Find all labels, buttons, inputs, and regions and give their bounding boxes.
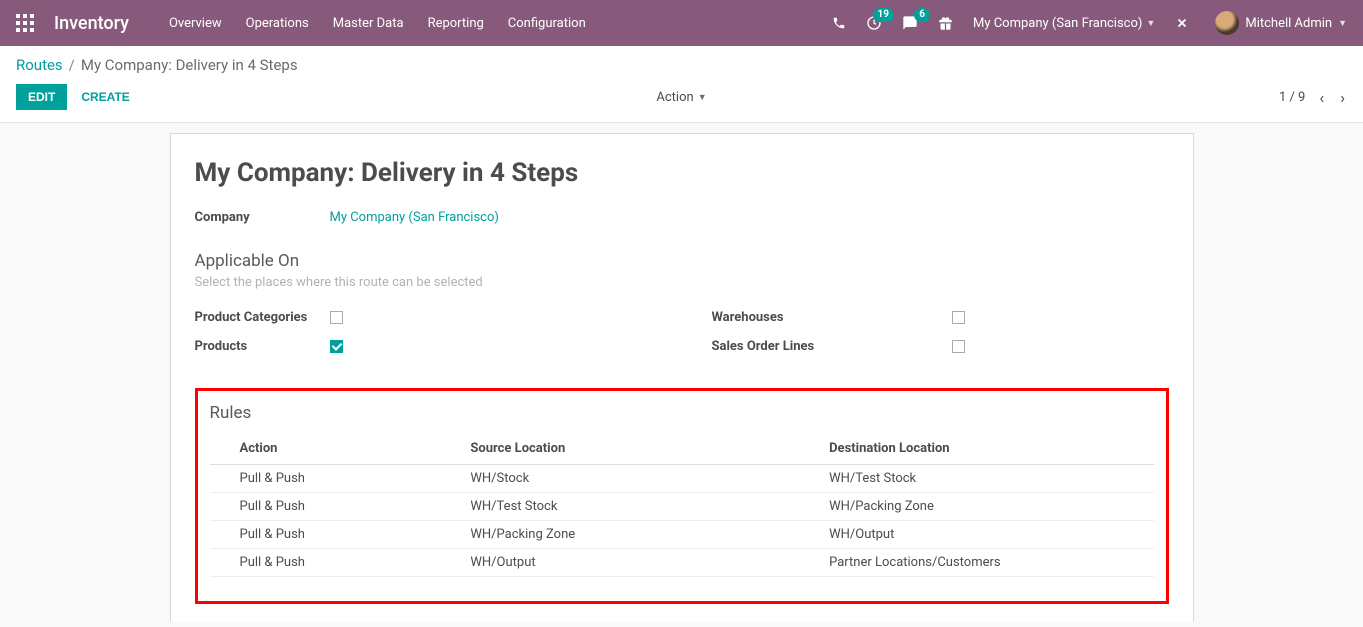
user-label: Mitchell Admin	[1245, 16, 1332, 31]
products-label: Products	[195, 339, 330, 354]
col-action[interactable]: Action	[210, 433, 465, 465]
company-selector[interactable]: My Company (San Francisco) ▼	[973, 16, 1155, 31]
cell-action: Pull & Push	[210, 549, 465, 577]
col-source[interactable]: Source Location	[464, 433, 823, 465]
nav-reporting[interactable]: Reporting	[428, 16, 484, 31]
cell-destination: WH/Output	[823, 521, 1153, 549]
sales-order-lines-label: Sales Order Lines	[712, 339, 952, 354]
top-nav: Overview Operations Master Data Reportin…	[169, 16, 586, 31]
rules-table: Action Source Location Destination Locat…	[210, 433, 1154, 577]
user-menu[interactable]: Mitchell Admin ▼	[1209, 11, 1347, 35]
nav-configuration[interactable]: Configuration	[508, 16, 586, 31]
pager-text: 1 / 9	[1279, 90, 1305, 105]
field-company: Company My Company (San Francisco)	[195, 210, 1169, 225]
chevron-down-icon: ▼	[1146, 18, 1155, 29]
breadcrumb-current: My Company: Delivery in 4 Steps	[81, 56, 298, 74]
cell-action: Pull & Push	[210, 493, 465, 521]
action-label: Action	[656, 90, 693, 105]
rules-title: Rules	[210, 403, 1154, 423]
sales-order-lines-checkbox[interactable]	[952, 340, 965, 353]
table-row[interactable]: Pull & PushWH/Test StockWH/Packing Zone	[210, 493, 1154, 521]
field-products: Products	[195, 339, 652, 354]
page-title: My Company: Delivery in 4 Steps	[195, 158, 1169, 188]
phone-icon[interactable]	[832, 16, 846, 30]
create-button[interactable]: CREATE	[81, 90, 129, 104]
form-sheet: My Company: Delivery in 4 Steps Company …	[170, 133, 1194, 622]
topbar: Inventory Overview Operations Master Dat…	[0, 0, 1363, 46]
discuss-icon[interactable]: 6	[902, 15, 918, 31]
applicable-grid: Product Categories Products Warehouses S…	[195, 310, 1169, 368]
apps-icon[interactable]	[16, 14, 34, 32]
field-product-categories: Product Categories	[195, 310, 652, 325]
activity-badge: 19	[873, 8, 894, 22]
field-sales-order-lines: Sales Order Lines	[712, 339, 1169, 354]
chevron-down-icon: ▼	[698, 92, 707, 103]
company-link[interactable]: My Company (San Francisco)	[330, 210, 499, 225]
applicable-on-hint: Select the places where this route can b…	[195, 275, 1169, 290]
col-destination[interactable]: Destination Location	[823, 433, 1153, 465]
cell-destination: WH/Packing Zone	[823, 493, 1153, 521]
nav-overview[interactable]: Overview	[169, 16, 222, 31]
avatar	[1215, 11, 1239, 35]
cell-source: WH/Output	[464, 549, 823, 577]
products-checkbox[interactable]	[330, 340, 343, 353]
close-icon[interactable]	[1175, 16, 1189, 30]
warehouses-checkbox[interactable]	[952, 311, 965, 324]
cell-source: WH/Stock	[464, 465, 823, 493]
control-bar: EDIT CREATE Action ▼ 1 / 9 ‹ ›	[0, 78, 1363, 123]
nav-master-data[interactable]: Master Data	[333, 16, 404, 31]
topbar-right: 19 6 My Company (San Francisco) ▼ Mitche…	[832, 11, 1347, 35]
edit-button[interactable]: EDIT	[16, 84, 67, 110]
pager-prev-icon[interactable]: ‹	[1317, 88, 1326, 107]
table-row[interactable]: Pull & PushWH/StockWH/Test Stock	[210, 465, 1154, 493]
company-label: My Company (San Francisco)	[973, 16, 1142, 31]
breadcrumb-root[interactable]: Routes	[16, 56, 63, 74]
warehouses-label: Warehouses	[712, 310, 952, 325]
app-brand[interactable]: Inventory	[54, 13, 129, 34]
product-categories-checkbox[interactable]	[330, 311, 343, 324]
table-row[interactable]: Pull & PushWH/OutputPartner Locations/Cu…	[210, 549, 1154, 577]
cell-action: Pull & Push	[210, 521, 465, 549]
discuss-badge: 6	[914, 8, 930, 22]
content-scroll[interactable]: My Company: Delivery in 4 Steps Company …	[0, 123, 1363, 622]
breadcrumb-separator: /	[69, 56, 75, 74]
cell-destination: Partner Locations/Customers	[823, 549, 1153, 577]
breadcrumb: Routes / My Company: Delivery in 4 Steps	[0, 46, 1363, 78]
table-row[interactable]: Pull & PushWH/Packing ZoneWH/Output	[210, 521, 1154, 549]
field-warehouses: Warehouses	[712, 310, 1169, 325]
nav-operations[interactable]: Operations	[246, 16, 309, 31]
applicable-on-title: Applicable On	[195, 251, 1169, 271]
rules-highlight: Rules Action Source Location Destination…	[195, 388, 1169, 604]
product-categories-label: Product Categories	[195, 310, 330, 325]
pager: 1 / 9 ‹ ›	[1279, 88, 1347, 107]
cell-action: Pull & Push	[210, 465, 465, 493]
cell-source: WH/Test Stock	[464, 493, 823, 521]
activity-icon[interactable]: 19	[866, 15, 882, 31]
cell-source: WH/Packing Zone	[464, 521, 823, 549]
chevron-down-icon: ▼	[1338, 18, 1347, 29]
gift-icon[interactable]	[938, 16, 953, 31]
cell-destination: WH/Test Stock	[823, 465, 1153, 493]
action-dropdown[interactable]: Action ▼	[656, 90, 706, 105]
company-field-label: Company	[195, 210, 330, 225]
pager-next-icon[interactable]: ›	[1338, 88, 1347, 107]
